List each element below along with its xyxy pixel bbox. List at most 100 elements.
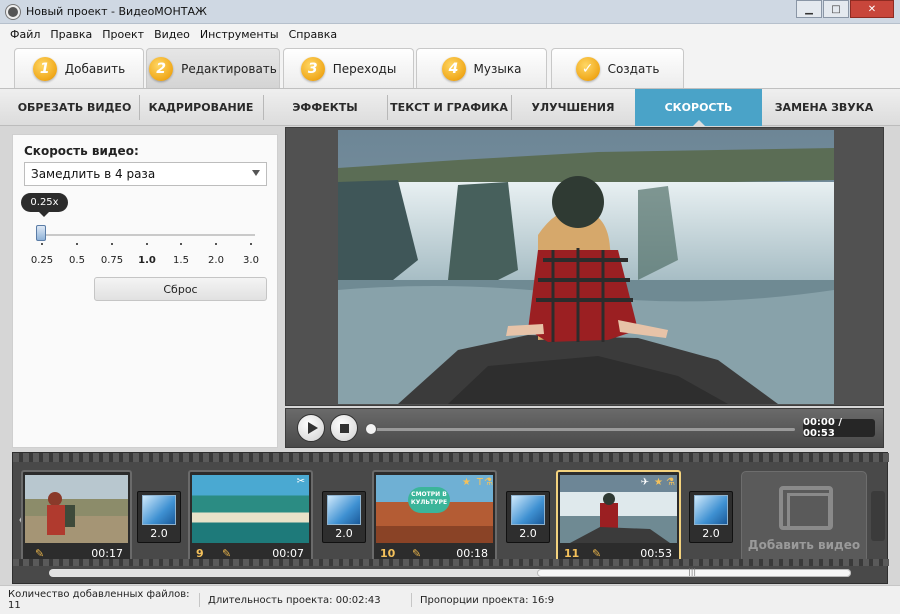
star-icon: ★ [462,477,471,488]
step-edit[interactable]: 2 Редактировать [146,48,280,88]
video-preview [285,127,884,406]
step-number-badge: 1 [32,56,57,81]
playback-progress-track[interactable] [370,428,795,431]
film-icon [779,486,833,530]
timeline-scrollbar-thumb[interactable]: ||| [537,567,851,577]
film-sprocket-top [13,453,889,462]
add-video-button[interactable]: Добавить видео [741,471,867,563]
tick-label: 0.5 [69,255,85,266]
tab-effects[interactable]: ЭФФЕКТЫ [264,89,386,126]
speed-panel: Скорость видео: Замедлить в 4 раза 0.25x… [12,134,278,448]
tab-enhancements[interactable]: УЛУЧШЕНИЯ [512,89,634,126]
close-button[interactable]: ✕ [850,0,894,18]
step-music[interactable]: 4 Музыка [416,48,547,88]
slider-tick [41,243,43,245]
edit-tabs: ОБРЕЗАТЬ ВИДЕО КАДРИРОВАНИЕ ЭФФЕКТЫ ТЕКС… [0,88,900,127]
slider-tick [111,243,113,245]
checkmark-icon: ✓ [575,56,600,81]
maximize-button[interactable]: □ [823,0,849,18]
menu-edit[interactable]: Правка [50,28,92,41]
app-icon [6,4,20,19]
timeline-clip[interactable]: ✂ 9 ✎ 00:07 [188,470,313,562]
step-add[interactable]: 1 Добавить [14,48,144,88]
tick-label: 2.0 [208,255,224,266]
transition-duration: 2.0 [702,527,720,540]
speed-slider-track[interactable] [39,234,255,236]
timeline-clip[interactable]: ✎ 00:17 [21,470,132,562]
clip-thumbnail: ✈ ★ ⚗ [560,475,677,543]
preview-frame-image [338,130,834,404]
play-icon [307,422,318,434]
scroll-grip: ||| [688,567,697,576]
timeline: ❮ ✎ 00:17 2.0 ✂ 9 ✎ 00:07 2.0 СМОТРИ В К… [12,452,889,584]
transition-slot[interactable]: 2.0 [322,491,366,543]
playback-progress-handle[interactable] [365,423,377,435]
play-button[interactable] [297,414,325,442]
step-label: Редактировать [181,61,277,76]
step-label: Переходы [332,61,397,76]
step-transitions[interactable]: 3 Переходы [283,48,414,88]
transition-slot[interactable]: 2.0 [506,491,550,543]
status-aspect-ratio: Пропорции проекта: 16:9 [420,594,555,606]
status-duration: Длительность проекта: 00:02:43 [200,593,412,607]
playback-time: 00:00 / 00:53 [803,417,875,439]
effect-flask-icon: ⚗ [666,477,675,488]
tick-label: 1.5 [173,255,189,266]
sticker-text: СМОТРИ В КУЛЬТУРЕ [408,487,450,513]
tick-label: 3.0 [243,255,259,266]
tick-label: 1.0 [138,255,156,266]
menu-tools[interactable]: Инструменты [200,28,279,41]
tab-replace-audio[interactable]: ЗАМЕНА ЗВУКА [762,89,886,126]
step-label: Создать [607,61,660,76]
tab-trim[interactable]: ОБРЕЗАТЬ ВИДЕО [12,89,137,126]
transition-icon [694,495,728,525]
transition-icon [142,495,176,525]
speed-dropdown-value: Замедлить в 4 раза [31,167,156,181]
film-sprocket-bottom [13,559,889,566]
menu-project[interactable]: Проект [102,28,144,41]
window-title: Новый проект - ВидеоМОНТАЖ [26,5,207,18]
slider-tick [146,243,148,245]
timeline-clip[interactable]: СМОТРИ В КУЛЬТУРЕ ★ T ⚗ 10 ✎ 00:18 [372,470,497,562]
scroll-right-button[interactable] [871,491,885,541]
step-create[interactable]: ✓ Создать [551,48,684,88]
timeline-scrollbar[interactable]: ||| [49,567,851,577]
step-tabs: 1 Добавить 2 Редактировать 3 Переходы 4 … [0,44,900,88]
speed-value-tooltip: 0.25x [21,193,68,217]
menu-bar: Файл Правка Проект Видео Инструменты Спр… [0,24,900,44]
menu-help[interactable]: Справка [289,28,337,41]
text-icon: T [476,477,483,488]
slider-tick [215,243,217,245]
clip-thumbnail [192,475,309,543]
slider-tick [250,243,252,245]
slider-tick [76,243,78,245]
transition-duration: 2.0 [335,527,353,540]
effect-flask-icon: ⚗ [484,477,493,488]
step-number-badge: 4 [441,56,466,81]
reset-button[interactable]: Сброс [94,277,267,301]
minimize-button[interactable]: ▁ [796,0,822,18]
transition-icon [327,495,361,525]
transition-slot[interactable]: 2.0 [689,491,733,543]
menu-video[interactable]: Видео [154,28,190,41]
title-bar: Новый проект - ВидеоМОНТАЖ ▁ □ ✕ [0,0,900,24]
status-file-count: Количество добавленных файлов: 11 [0,589,200,611]
chevron-down-icon [252,170,260,176]
star-icon: ★ [654,477,663,488]
step-label: Добавить [64,61,126,76]
speed-slider-handle[interactable] [36,225,46,241]
tick-label: 0.75 [100,255,124,266]
stop-button[interactable] [330,414,358,442]
tab-speed[interactable]: СКОРОСТЬ [635,89,762,127]
menu-file[interactable]: Файл [10,28,40,41]
speed-label: Скорость видео: [24,144,139,158]
speed-dropdown[interactable]: Замедлить в 4 раза [24,162,267,186]
tab-text-graphics[interactable]: ТЕКСТ И ГРАФИКА [388,89,510,126]
transition-icon [511,495,545,525]
tab-crop[interactable]: КАДРИРОВАНИЕ [140,89,262,126]
transition-slot[interactable]: 2.0 [137,491,181,543]
clip-thumbnail [25,475,128,543]
speed-runner-icon: ✈ [640,477,649,488]
transition-duration: 2.0 [150,527,168,540]
timeline-clip-selected[interactable]: ✈ ★ ⚗ 11 ✎ 00:53 [556,470,681,562]
